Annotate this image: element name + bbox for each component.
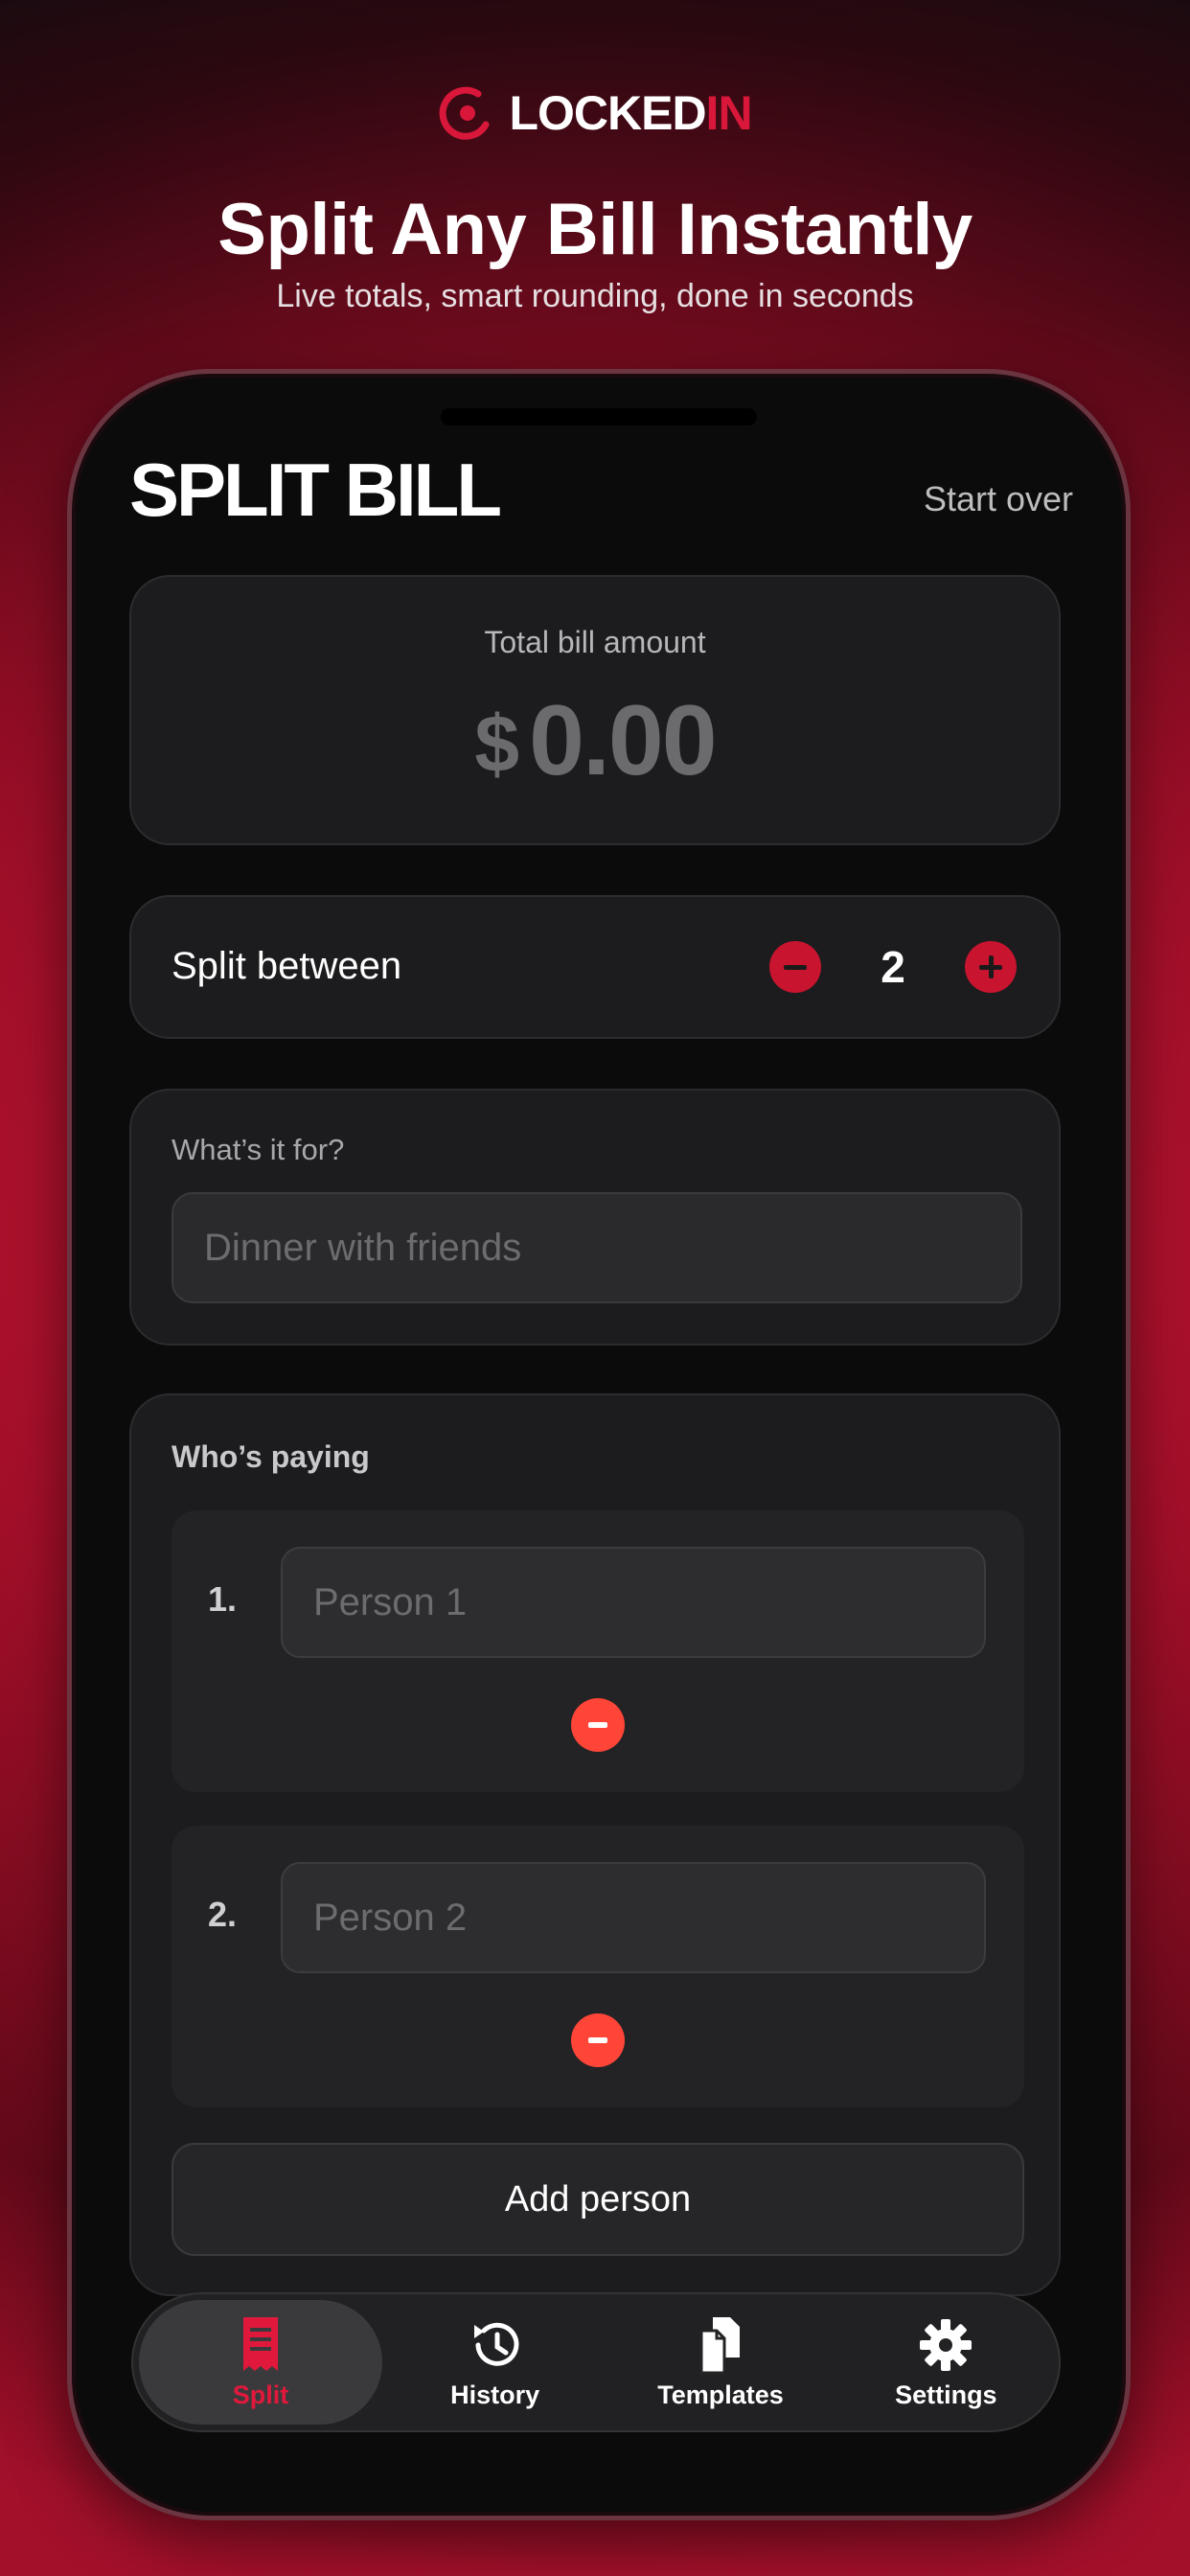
- gear-icon: [917, 2315, 974, 2375]
- person-number: 2.: [208, 1895, 238, 1934]
- tab-label: Settings: [895, 2380, 997, 2409]
- tab-label: Templates: [657, 2380, 784, 2409]
- phone-frame: SPLIT BILL Start over Total bill amount …: [67, 369, 1131, 2520]
- increase-split-button[interactable]: [965, 941, 1017, 993]
- split-between-label: Split between: [172, 945, 402, 987]
- currency-symbol: $: [474, 699, 520, 789]
- total-bill-value[interactable]: $0.00: [131, 684, 1059, 798]
- tab-settings[interactable]: Settings: [834, 2300, 1059, 2425]
- documents-icon: [692, 2315, 749, 2375]
- hero-subtitle: Live totals, smart rounding, done in sec…: [276, 278, 914, 314]
- split-between-card: Split between 2: [129, 895, 1061, 1039]
- tab-bar: Split History Templates Settings: [131, 2292, 1061, 2432]
- add-person-button[interactable]: Add person: [172, 2143, 1024, 2256]
- remove-person-button[interactable]: [571, 1698, 625, 1752]
- payers-card: Who’s paying 1. Person 1 2. Person 2 Add…: [129, 1393, 1061, 2296]
- history-icon: [467, 2315, 524, 2375]
- lockedin-logo-icon: [438, 84, 495, 142]
- start-over-button[interactable]: Start over: [924, 479, 1073, 519]
- brand-logo: LOCKEDIN: [0, 84, 1190, 142]
- page-title: SPLIT BILL: [129, 448, 502, 532]
- person-row: 2. Person 2: [172, 1826, 1024, 2107]
- total-amount: 0.00: [529, 685, 717, 796]
- decrease-split-button[interactable]: [769, 941, 821, 993]
- split-count-stepper: 2: [769, 941, 1017, 993]
- person-row: 1. Person 1: [172, 1510, 1024, 1792]
- hero-title: Split Any Bill Instantly: [217, 189, 973, 270]
- tab-templates[interactable]: Templates: [607, 2300, 833, 2425]
- brand-name: LOCKEDIN: [509, 86, 752, 140]
- purpose-label: What’s it for?: [172, 1133, 345, 1166]
- tab-split[interactable]: Split: [139, 2300, 382, 2425]
- person-name-input[interactable]: Person 2: [281, 1862, 986, 1973]
- payers-label: Who’s paying: [172, 1439, 370, 1474]
- phone-notch: [441, 408, 757, 426]
- tab-label: History: [450, 2380, 540, 2409]
- remove-person-button[interactable]: [571, 2013, 625, 2067]
- total-bill-card[interactable]: Total bill amount $0.00: [129, 575, 1061, 845]
- purpose-input[interactable]: [172, 1192, 1022, 1303]
- tab-label: Split: [232, 2380, 289, 2409]
- total-bill-label: Total bill amount: [484, 625, 706, 659]
- tab-history[interactable]: History: [382, 2300, 607, 2425]
- person-number: 1.: [208, 1579, 238, 1619]
- split-count: 2: [881, 942, 905, 992]
- purpose-card: What’s it for?: [129, 1089, 1061, 1346]
- person-name-input[interactable]: Person 1: [281, 1547, 986, 1658]
- receipt-icon: [232, 2315, 289, 2375]
